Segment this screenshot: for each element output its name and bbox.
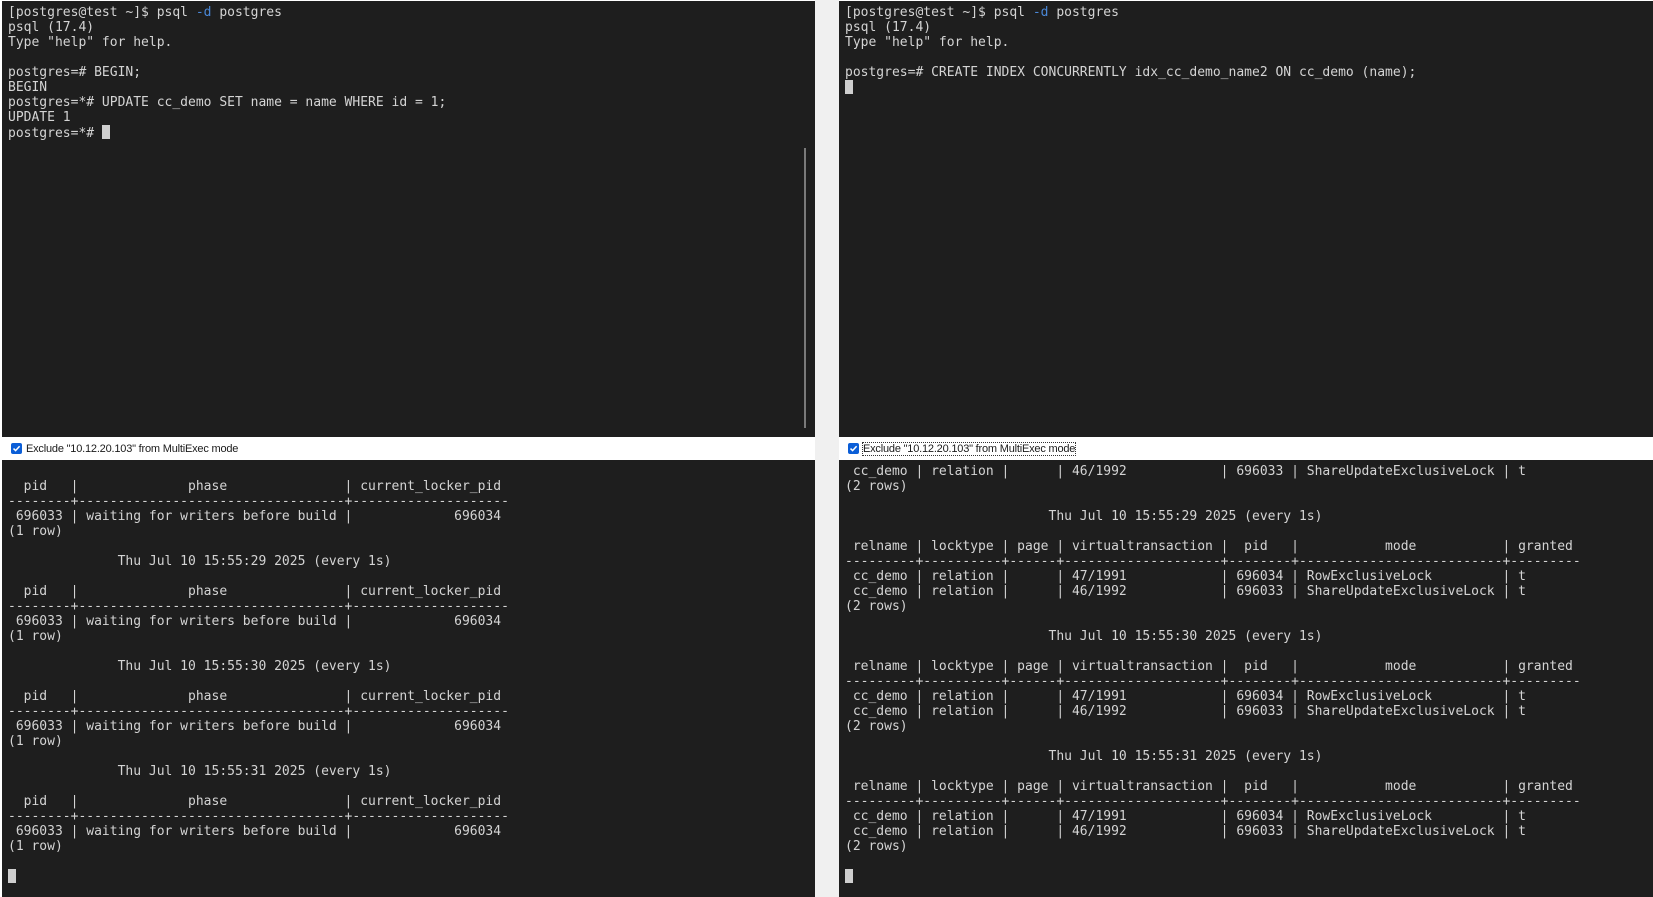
multiexec-exclude-label[interactable]: Exclude "10.12.20.103" from MultiExec mo… (26, 443, 238, 455)
terminal-line: pid | phase | current_locker_pid (8, 479, 502, 494)
terminal-line: cc_demo | relation | | 47/1991 | 696034 … (845, 809, 1526, 824)
shell-prompt: [postgres@test ~]$ psql -d postgres (845, 5, 1119, 20)
terminal-line: relname | locktype | page | virtualtrans… (845, 539, 1573, 554)
terminal-line: cc_demo | relation | | 46/1992 | 696033 … (845, 704, 1526, 719)
terminal-line: cc_demo | relation | | 46/1992 | 696033 … (845, 584, 1526, 599)
terminal-line: 696033 | waiting for writers before buil… (8, 824, 502, 839)
terminal-line: Thu Jul 10 15:55:29 2025 (every 1s) (8, 554, 392, 569)
terminal-line: --------+-------------------------------… (8, 599, 509, 614)
terminal-line: ---------+----------+------+------------… (845, 554, 1581, 569)
terminal-line: ---------+----------+------+------------… (845, 794, 1581, 809)
terminal-pane-bottom-left[interactable]: pid | phase | current_locker_pid -------… (2, 460, 815, 897)
terminal-line: (1 row) (8, 629, 63, 644)
terminal-line: (2 rows) (845, 479, 908, 494)
terminal-line: BEGIN (8, 80, 48, 95)
terminal-pane-top-right[interactable]: [postgres@test ~]$ psql -d postgres psql… (839, 1, 1653, 437)
terminal-line: postgres=# CREATE INDEX CONCURRENTLY idx… (845, 65, 1417, 80)
multiexec-exclude-checkbox[interactable] (11, 443, 22, 454)
shell-prompt: [postgres@test ~]$ psql -d postgres (8, 5, 282, 20)
terminal-line: Type "help" for help. (845, 35, 1010, 50)
multiexec-bar-left: Exclude "10.12.20.103" from MultiExec mo… (2, 437, 815, 460)
terminal-line: psql (17.4) (845, 20, 932, 35)
terminal-line: --------+-------------------------------… (8, 704, 509, 719)
terminal-line: (1 row) (8, 839, 63, 854)
terminal-line: Thu Jul 10 15:55:29 2025 (every 1s) (845, 509, 1323, 524)
text-cursor (101, 125, 110, 139)
text-cursor (8, 869, 16, 883)
terminal-line: (2 rows) (845, 719, 908, 734)
terminal-output: pid | phase | current_locker_pid -------… (2, 460, 815, 885)
multiexec-bar-right: Exclude "10.12.20.103" from MultiExec mo… (839, 437, 1653, 460)
terminal-line: Thu Jul 10 15:55:31 2025 (every 1s) (845, 749, 1323, 764)
terminal-line: postgres=# BEGIN; (8, 65, 142, 80)
terminal-line: relname | locktype | page | virtualtrans… (845, 779, 1573, 794)
scrollbar-thumb-top-left[interactable] (804, 148, 806, 428)
terminal-line: Thu Jul 10 15:55:30 2025 (every 1s) (8, 659, 392, 674)
multiexec-exclude-checkbox[interactable] (848, 443, 859, 454)
terminal-pane-top-left[interactable]: [postgres@test ~]$ psql -d postgres psql… (2, 1, 815, 437)
terminal-output: [postgres@test ~]$ psql -d postgres psql… (839, 1, 1653, 96)
terminal-output: cc_demo | relation | | 46/1992 | 696033 … (839, 460, 1653, 885)
terminal-pane-bottom-right[interactable]: cc_demo | relation | | 46/1992 | 696033 … (839, 460, 1653, 897)
terminal-line: UPDATE 1 (8, 110, 71, 125)
terminal-line: (1 row) (8, 524, 63, 539)
terminal-line: postgres=*# UPDATE cc_demo SET name = na… (8, 95, 447, 110)
terminal-line: (2 rows) (845, 839, 908, 854)
terminal-line: (1 row) (8, 734, 63, 749)
terminal-line: Thu Jul 10 15:55:31 2025 (every 1s) (8, 764, 392, 779)
checkmark-icon (12, 445, 21, 452)
terminal-line: --------+-------------------------------… (8, 494, 509, 509)
terminal-line: pid | phase | current_locker_pid (8, 689, 502, 704)
terminal-line: relname | locktype | page | virtualtrans… (845, 659, 1573, 674)
watch-output: pid | phase | current_locker_pid -------… (8, 479, 509, 854)
multiexec-exclude-label[interactable]: Exclude "10.12.20.103" from MultiExec mo… (861, 441, 1077, 456)
pane-splitter[interactable] (815, 0, 839, 897)
terminal-line: (2 rows) (845, 599, 908, 614)
watch-output: cc_demo | relation | | 46/1992 | 696033 … (845, 464, 1581, 854)
terminal-line: Thu Jul 10 15:55:30 2025 (every 1s) (845, 629, 1323, 644)
terminal-line: cc_demo | relation | | 46/1992 | 696033 … (845, 464, 1526, 479)
terminal-line: pid | phase | current_locker_pid (8, 794, 502, 809)
terminal-line: 696033 | waiting for writers before buil… (8, 509, 502, 524)
terminal-line: 696033 | waiting for writers before buil… (8, 719, 502, 734)
text-cursor (845, 80, 853, 94)
text-cursor (845, 869, 853, 883)
terminal-line: cc_demo | relation | | 47/1991 | 696034 … (845, 569, 1526, 584)
terminal-line: pid | phase | current_locker_pid (8, 584, 502, 599)
terminal-line: psql (17.4) (8, 20, 95, 35)
terminal-line: cc_demo | relation | | 46/1992 | 696033 … (845, 824, 1526, 839)
psql-prompt: postgres=*# (8, 126, 102, 141)
terminal-line: ---------+----------+------+------------… (845, 674, 1581, 689)
checkmark-icon (849, 445, 858, 452)
terminal-line: Type "help" for help. (8, 35, 173, 50)
terminal-line: --------+-------------------------------… (8, 809, 509, 824)
terminal-line: cc_demo | relation | | 47/1991 | 696034 … (845, 689, 1526, 704)
terminal-line: 696033 | waiting for writers before buil… (8, 614, 502, 629)
terminal-output: [postgres@test ~]$ psql -d postgres psql… (2, 1, 815, 141)
